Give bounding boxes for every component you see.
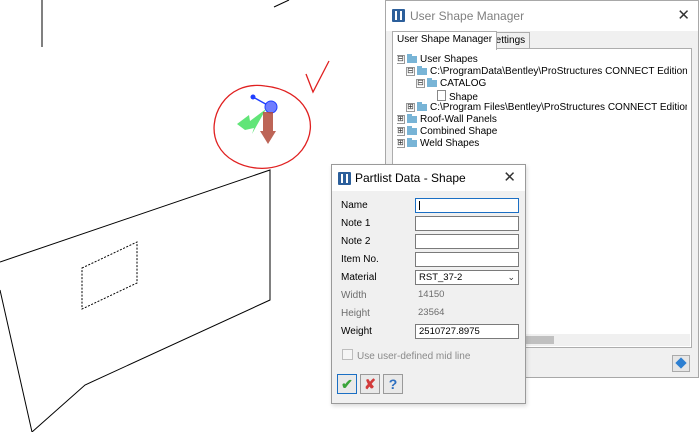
folder-icon <box>407 138 417 147</box>
help-icon: ? <box>388 376 398 392</box>
tree-item-label: C:\Program Files\Bentley\ProStructures C… <box>430 102 687 113</box>
folder-icon <box>427 78 437 87</box>
height-value: 23564 <box>418 307 445 318</box>
tree-item-label: Weld Shapes <box>420 138 480 149</box>
usm-title-bar: User Shape Manager ✕ <box>386 1 698 31</box>
partlist-data-dialog: Partlist Data - Shape ✕ Name Note 1 Note… <box>331 164 526 404</box>
app-icon <box>338 172 351 185</box>
note2-label: Note 2 <box>341 236 371 247</box>
tab-user-shape-manager[interactable]: User Shape Manager <box>392 31 498 50</box>
weight-label: Weight <box>341 326 372 337</box>
tree-item-label: Combined Shape <box>420 126 498 137</box>
name-label: Name <box>341 200 368 211</box>
note2-field[interactable] <box>415 234 519 249</box>
weight-field[interactable]: 2510727.8975 <box>415 324 519 339</box>
ok-button[interactable]: ✔ <box>337 374 357 394</box>
material-label: Material <box>341 272 377 283</box>
folder-icon <box>417 102 427 111</box>
note1-label: Note 1 <box>341 218 371 229</box>
cross-icon: ✘ <box>364 376 376 392</box>
dialog-title: Partlist Data - Shape <box>355 171 466 185</box>
usm-title: User Shape Manager <box>410 9 525 23</box>
height-label: Height <box>341 308 370 319</box>
material-select[interactable]: RST_37-2 ⌄ <box>415 270 519 285</box>
item-no-label: Item No. <box>341 254 379 265</box>
folder-icon <box>417 66 427 75</box>
note1-field[interactable] <box>415 216 519 231</box>
close-icon[interactable]: ✕ <box>503 168 516 186</box>
item-no-field[interactable] <box>415 252 519 267</box>
width-value: 14150 <box>418 289 445 300</box>
check-icon: ✔ <box>341 376 353 392</box>
cancel-button[interactable]: ✘ <box>360 374 380 394</box>
annotation-check-mark <box>305 60 330 94</box>
folder-icon <box>407 114 417 123</box>
tree-item-label: Roof-Wall Panels <box>420 114 497 125</box>
expand-icon[interactable]: ⊞ <box>406 103 415 112</box>
folder-icon <box>407 126 417 135</box>
collapse-icon[interactable]: ⊟ <box>406 67 415 76</box>
axis-gizmo[interactable] <box>237 94 278 145</box>
tree-item-label: User Shapes <box>420 54 478 65</box>
app-icon <box>392 9 405 22</box>
annotation-circle <box>213 84 312 169</box>
collapse-icon[interactable]: ⊟ <box>397 55 405 64</box>
collapse-icon[interactable]: ⊟ <box>416 79 425 88</box>
width-label: Width <box>341 290 367 301</box>
mid-line-checkbox[interactable] <box>342 349 353 360</box>
mid-line-option[interactable]: Use user-defined mid line <box>342 349 470 362</box>
expand-icon[interactable]: ⊞ <box>397 139 405 148</box>
close-icon[interactable]: ✕ <box>677 6 690 24</box>
expand-icon[interactable]: ⊞ <box>397 127 405 136</box>
name-field[interactable] <box>415 198 519 213</box>
dialog-title-bar: Partlist Data - Shape ✕ <box>332 165 525 191</box>
cad-wireframe <box>0 0 290 432</box>
sync-button[interactable] <box>672 355 690 372</box>
help-button[interactable]: ? <box>383 374 403 394</box>
tree-item-label: C:\ProgramData\Bentley\ProStructures CON… <box>430 66 687 77</box>
expand-icon[interactable]: ⊞ <box>397 115 405 124</box>
mid-line-checkbox-label: Use user-defined mid line <box>357 351 471 362</box>
folder-icon <box>407 54 417 63</box>
document-icon <box>437 90 446 101</box>
tree-item-label: CATALOG <box>440 78 487 89</box>
material-value: RST_37-2 <box>419 272 463 283</box>
chevron-down-icon: ⌄ <box>507 272 515 282</box>
